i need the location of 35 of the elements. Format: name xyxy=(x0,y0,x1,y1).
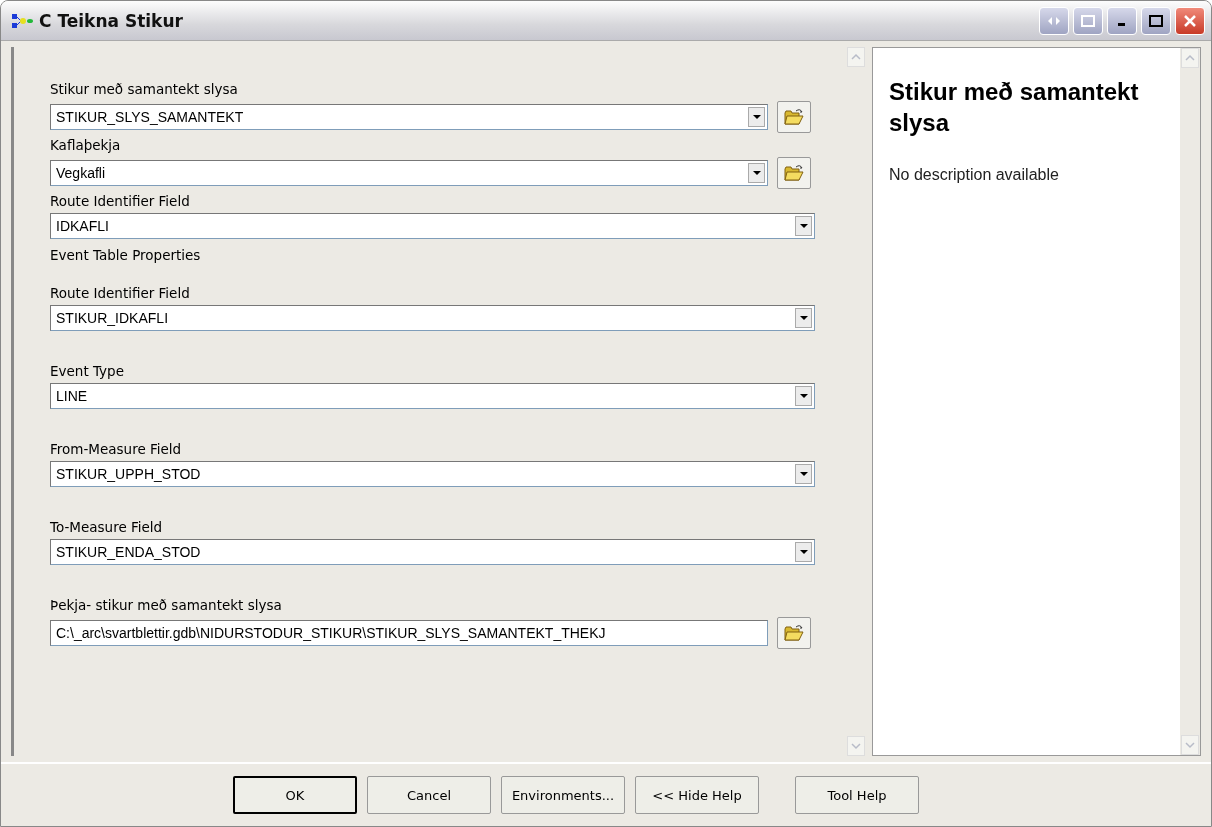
maximize-icon[interactable] xyxy=(1141,6,1171,35)
field-label: Route Identifier Field xyxy=(50,285,191,301)
field-label: To-Measure Field xyxy=(50,519,164,535)
field-label: Kaflaþekja xyxy=(50,137,122,153)
dropdown-field[interactable]: Vegkafli xyxy=(50,160,768,186)
field-label: Route Identifier Field xyxy=(50,193,191,209)
help-title: Stikur með samantekt slysa xyxy=(889,77,1139,139)
field-label: From-Measure Field xyxy=(50,441,183,457)
help-text: No description available xyxy=(889,166,1060,185)
dropdown-field[interactable]: STIKUR_SLYS_SAMANTEKT xyxy=(50,104,768,130)
dialog-button[interactable]: OK xyxy=(233,776,357,814)
field-label: Stikur með samantekt slysa xyxy=(50,81,239,97)
dialog-button[interactable]: Environments... xyxy=(501,776,625,814)
window-title: C Teikna Stikur xyxy=(39,10,184,31)
folder-icon xyxy=(784,108,804,126)
folder-icon xyxy=(784,624,804,642)
minimize-icon[interactable] xyxy=(1107,6,1137,35)
model-icon xyxy=(11,11,33,30)
dropdown-field[interactable]: STIKUR_ENDA_STOD xyxy=(50,539,815,565)
folder-icon xyxy=(784,164,804,182)
browse-button[interactable] xyxy=(777,101,811,133)
dropdown-field[interactable]: STIKUR_IDKAFLI xyxy=(50,305,815,331)
dropdown-field[interactable]: IDKAFLI xyxy=(50,213,815,239)
dropdown-field[interactable]: STIKUR_UPPH_STOD xyxy=(50,461,815,487)
browse-button[interactable] xyxy=(777,617,811,649)
field-label: Þekja- stikur með samantekt slysa xyxy=(50,597,283,613)
close-icon[interactable] xyxy=(1175,6,1205,35)
input-field[interactable]: C:\_arc\svartblettir.gdb\NIDURSTODUR_STIKUR\STIKUR_SLYS_SAMANTEKT_THEKJ xyxy=(50,620,768,646)
dropdown-field[interactable]: LINE xyxy=(50,383,815,409)
field-label: Event Type xyxy=(50,363,125,379)
dialog-button[interactable]: Cancel xyxy=(367,776,491,814)
section-heading: Event Table Properties xyxy=(50,247,202,263)
dialog-button[interactable]: Tool Help xyxy=(795,776,919,814)
browse-button[interactable] xyxy=(777,157,811,189)
dialog-button[interactable]: << Hide Help xyxy=(635,776,759,814)
